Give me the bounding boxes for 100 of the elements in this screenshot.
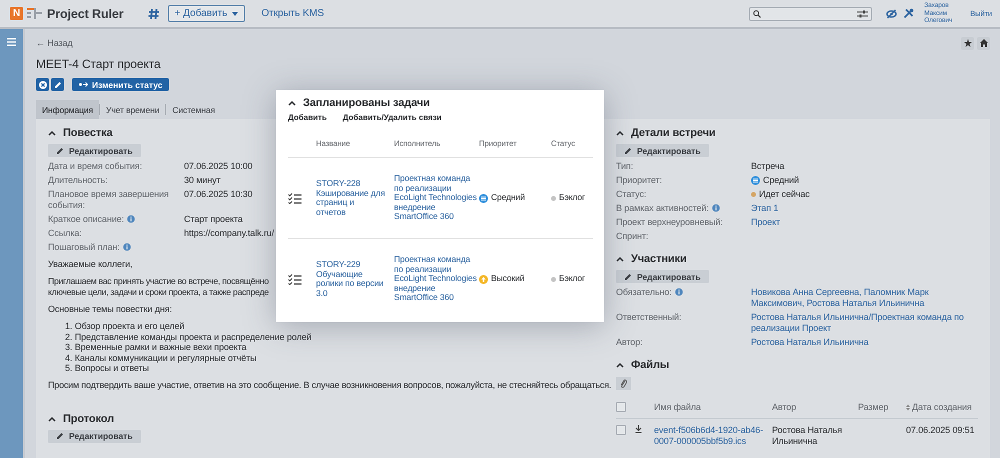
tab[interactable]: Учет времени xyxy=(100,100,166,119)
sort-icon xyxy=(906,404,910,410)
change-status-button[interactable]: Изменить статус xyxy=(72,78,170,91)
chevron-up-icon[interactable] xyxy=(48,416,56,422)
hash-icon[interactable] xyxy=(148,8,160,20)
field-value: Идет сейчас xyxy=(759,189,810,200)
action-button[interactable]: Добавить/Удалить связи xyxy=(342,113,442,122)
action-button[interactable]: Добавить xyxy=(288,113,327,122)
filter-sliders-icon xyxy=(857,10,868,18)
edit-button[interactable] xyxy=(51,78,64,91)
pencil-icon xyxy=(624,272,632,280)
edit-button[interactable]: Редактировать xyxy=(48,144,141,157)
file-link[interactable]: event-f506b6d4-1920-ab46-0007-000005bbf5b9.ics xyxy=(654,425,772,447)
chevron-up-icon[interactable] xyxy=(616,362,624,368)
page-title: MEET-4 Старт проекта xyxy=(36,57,162,71)
field-value: https://company.talk.ru/ xyxy=(184,228,274,239)
menu-icon[interactable] xyxy=(7,38,16,46)
assignee-link[interactable]: Проектная команда по реализации EcoLight Technologies внедрение SmartOffice 360 xyxy=(394,255,479,303)
chevron-up-icon[interactable] xyxy=(48,130,56,136)
checkbox[interactable] xyxy=(616,425,626,435)
task-link[interactable]: STORY-229 Обучающие ролики по версии 3.0 xyxy=(316,260,386,298)
greeting-text: Уважаемые коллеги, xyxy=(48,259,132,270)
tab[interactable]: Информация xyxy=(36,100,100,119)
field-label: Плановое время завершения события: xyxy=(48,189,170,211)
field-link[interactable]: Ростова Наталья Ильинична xyxy=(751,337,869,348)
field-value: Средний xyxy=(763,175,799,186)
status-text: Бэклог xyxy=(559,193,586,203)
download-icon[interactable] xyxy=(635,425,642,433)
table-cell-text: Ростова Наталья Ильинична xyxy=(772,425,843,447)
pencil-icon xyxy=(54,80,62,88)
kms-link[interactable]: Открыть KMS xyxy=(261,8,324,19)
paragraph-line: ключевые цели, задачи и сроки проекта, а также распреде xyxy=(48,287,269,298)
section-title: Участники xyxy=(631,253,687,265)
field-label: Ответственный: xyxy=(616,312,682,323)
section-title: Детали встречи xyxy=(631,127,716,139)
section-title: Повестка xyxy=(63,127,113,139)
column-header: Размер xyxy=(858,402,890,412)
field-value: Встреча xyxy=(751,161,784,172)
home-button[interactable] xyxy=(977,36,990,50)
list-item: 4. Каналы коммуникации и регулярные отчёты xyxy=(65,352,257,363)
field-value: 30 минут xyxy=(184,175,221,186)
edit-button[interactable]: Редактировать xyxy=(48,430,141,442)
pencil-icon xyxy=(56,432,64,440)
field-label: Приоритет: xyxy=(616,175,662,186)
assignee-link[interactable]: Проектная команда по реализации EcoLight Technologies внедрение SmartOffice 360 xyxy=(394,174,479,222)
field-value: 07.06.2025 10:30 xyxy=(184,189,252,201)
field-label: Длительность: xyxy=(48,175,108,186)
field-value: Старт проекта xyxy=(184,214,243,225)
field-link[interactable]: Проект xyxy=(751,217,780,228)
tab[interactable]: Системная xyxy=(166,100,221,119)
column-header: Имя файла xyxy=(654,402,702,412)
search-field[interactable] xyxy=(749,6,872,20)
list-item: 3. Временные рамки и важные вехи проекта xyxy=(65,342,246,352)
field-label: Краткое описание: xyxy=(48,214,124,225)
home-icon xyxy=(980,39,988,47)
field-label: Обязательно: xyxy=(616,287,672,298)
list-item: 2. Представление команды проекта и распределение ролей xyxy=(65,332,312,342)
list-item: 1. Обзор проекта и его целей xyxy=(65,321,184,332)
favorite-button[interactable] xyxy=(961,36,974,50)
paperclip-icon xyxy=(620,379,627,388)
pencil-icon xyxy=(624,146,632,154)
checklist-icon xyxy=(288,274,302,284)
chevron-up-icon[interactable] xyxy=(288,100,296,106)
tools-icon[interactable] xyxy=(903,8,914,19)
field-label: Тип: xyxy=(616,161,634,172)
cancel-button[interactable] xyxy=(36,78,49,91)
column-header: Дата создания xyxy=(912,402,972,412)
field-link[interactable]: Этап 1 xyxy=(751,203,778,214)
list-item: 5. Вопросы и ответы xyxy=(65,363,149,374)
checkbox[interactable] xyxy=(616,402,626,412)
task-link[interactable]: STORY-228 Кэширование для страниц и отчетов xyxy=(316,179,386,217)
paragraph-text: Основные темы повестки дня: xyxy=(48,304,172,315)
checklist-icon xyxy=(288,192,302,204)
edit-button[interactable]: Редактировать xyxy=(616,144,709,157)
star-icon xyxy=(964,39,972,47)
chevron-up-icon[interactable] xyxy=(616,256,624,262)
close-icon xyxy=(38,80,46,88)
add-button[interactable]: + Добавить xyxy=(168,5,246,22)
field-link[interactable]: Ростова Наталья Ильинична/Проектная команда по реализации Проект xyxy=(751,312,978,334)
eye-slash-icon[interactable] xyxy=(886,8,898,18)
paragraph-text: Просим подтвердить ваше участие, ответив на это сообщение. В случае возникновения вопросов, пожалуйста, не стесняйтесь обращаться. xyxy=(48,380,612,390)
search-icon xyxy=(753,10,762,18)
field-label: Ссылка: xyxy=(48,228,82,239)
priority-text: Высокий xyxy=(491,274,524,284)
pencil-icon xyxy=(56,146,64,154)
section-title: Файлы xyxy=(631,359,670,371)
edit-button[interactable]: Редактировать xyxy=(616,270,709,283)
back-link[interactable]: ← Назад xyxy=(36,38,73,48)
field-link[interactable]: Новикова Анна Сергеевна, Паломник Марк Максимович, Ростова Наталья Ильинична xyxy=(751,287,978,309)
field-label: Спринт: xyxy=(616,231,648,242)
chevron-up-icon[interactable] xyxy=(616,130,624,136)
status-text: Бэклог xyxy=(559,274,586,284)
field-label: Статус: xyxy=(616,189,646,200)
field-label: Проект верхнеуровневый: xyxy=(616,217,723,228)
attach-button[interactable] xyxy=(616,377,631,390)
app-name: Project Ruler xyxy=(47,6,124,20)
dots-arrow-icon xyxy=(79,82,88,87)
priority-text: Средний xyxy=(491,193,525,203)
field-label: Автор: xyxy=(616,337,643,348)
field-value: 07.06.2025 10:00 xyxy=(184,161,252,172)
